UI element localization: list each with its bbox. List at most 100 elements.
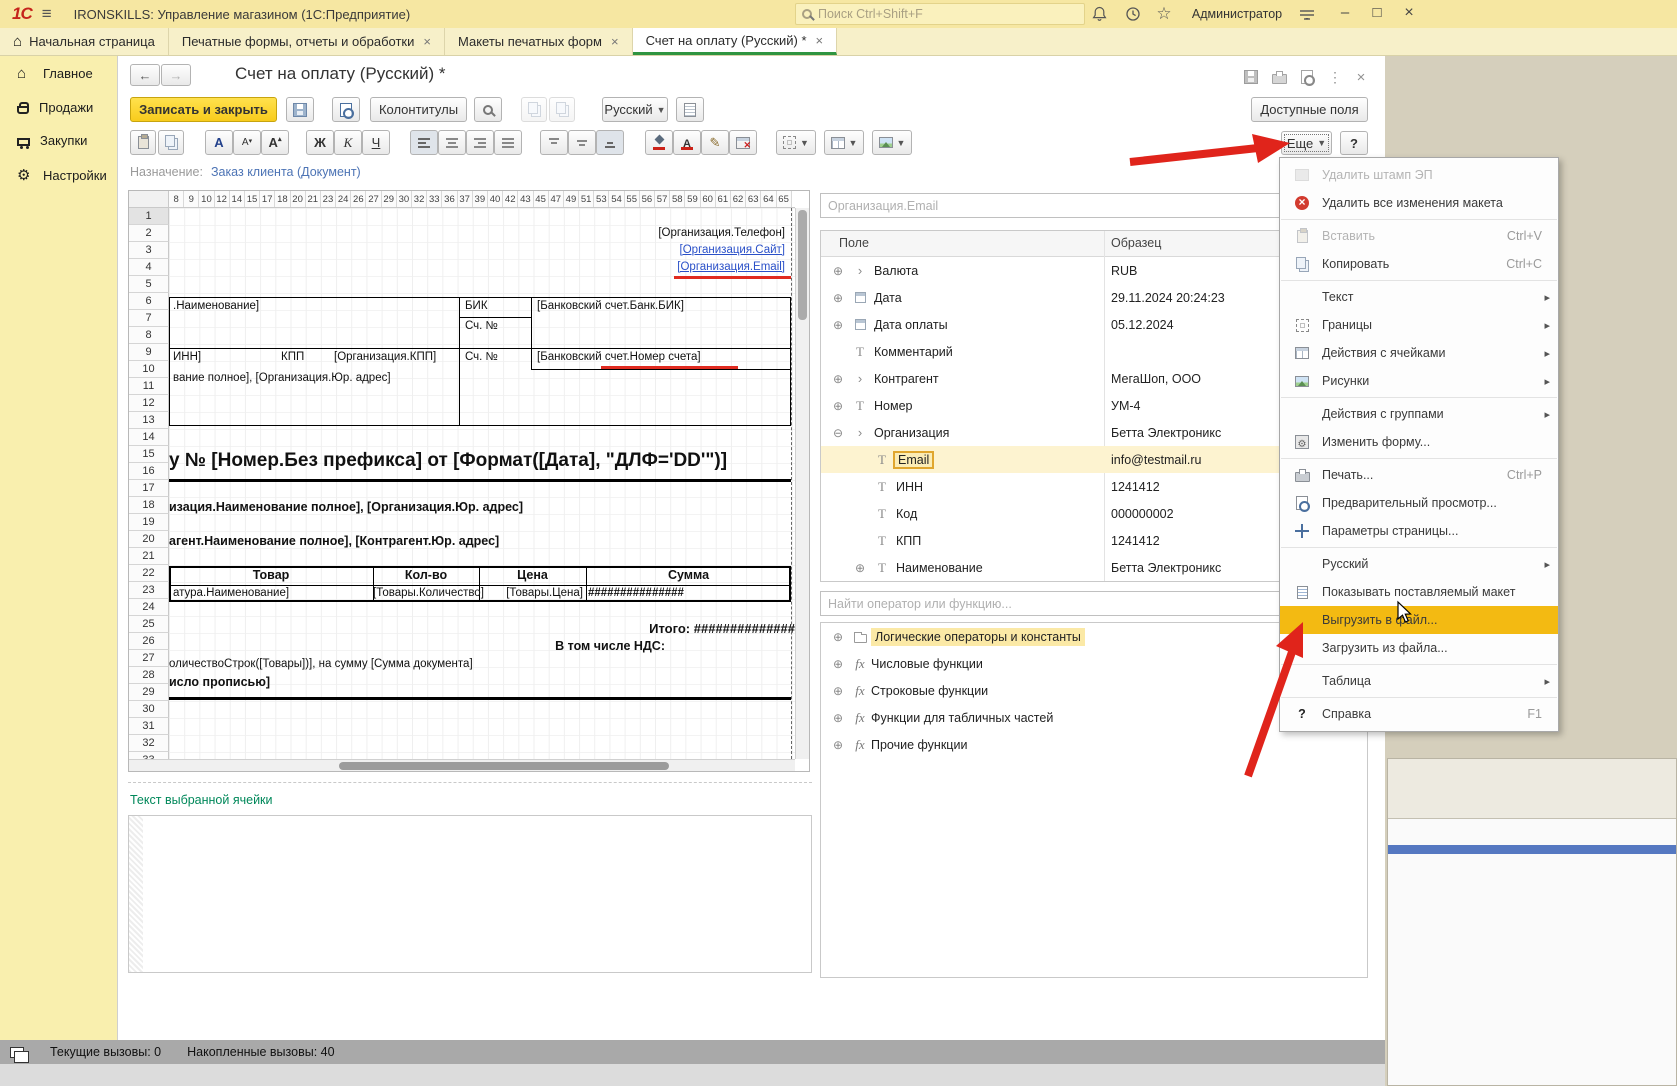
page-mode-button[interactable] xyxy=(676,97,704,122)
cell-bik-value[interactable]: [Банковский счет.Банк.БИК] xyxy=(537,300,684,312)
valign-bottom-button[interactable] xyxy=(596,130,624,155)
menu-item-Показывать поставляемый макет[interactable]: Показывать поставляемый макет xyxy=(1280,578,1558,606)
menu-item-Текст[interactable]: Текст▸ xyxy=(1280,283,1558,311)
column-header[interactable]: 42 xyxy=(503,191,518,207)
text-color-button[interactable] xyxy=(673,130,701,155)
column-header[interactable]: 10 xyxy=(199,191,214,207)
row-header[interactable]: 15 xyxy=(129,446,169,463)
row-header[interactable]: 16 xyxy=(129,463,169,480)
row-header[interactable]: 31 xyxy=(129,718,169,735)
column-header[interactable]: 58 xyxy=(670,191,685,207)
underline-button[interactable]: Ч xyxy=(362,130,390,155)
bold-button[interactable]: Ж xyxy=(306,130,334,155)
expand-icon[interactable]: ⊕ xyxy=(827,630,849,644)
sidebar-item-Продажи[interactable]: Продажи xyxy=(0,91,117,124)
tr-product[interactable]: атура.Наименование] xyxy=(173,587,289,599)
save-button[interactable] xyxy=(286,97,314,122)
copy-template-button[interactable] xyxy=(521,97,547,122)
column-header[interactable]: 45 xyxy=(534,191,549,207)
column-field[interactable]: Поле xyxy=(839,236,869,250)
font-smaller-button[interactable]: A▾ xyxy=(233,130,261,155)
column-header[interactable]: 12 xyxy=(215,191,230,207)
font-button[interactable]: A xyxy=(205,130,233,155)
sheet-horizontal-scrollbar[interactable] xyxy=(129,759,795,771)
row-header[interactable]: 20 xyxy=(129,531,169,548)
column-header[interactable]: 37 xyxy=(458,191,473,207)
valign-middle-button[interactable] xyxy=(568,130,596,155)
column-header[interactable]: 55 xyxy=(625,191,640,207)
row-header[interactable]: 10 xyxy=(129,361,169,378)
close-tab-button[interactable]: × xyxy=(1350,68,1372,86)
history-icon[interactable] xyxy=(1122,4,1144,24)
column-header[interactable]: 20 xyxy=(291,191,306,207)
nav-forward-button[interactable]: → xyxy=(161,64,191,86)
column-header[interactable]: 24 xyxy=(336,191,351,207)
sheet-cells[interactable]: [Организация.Телефон] [Организация.Сайт]… xyxy=(169,208,795,759)
template-spreadsheet[interactable]: 8910121415171820212324262729303233363739… xyxy=(128,190,810,772)
column-header[interactable]: 56 xyxy=(640,191,655,207)
row-header[interactable]: 2 xyxy=(129,225,169,242)
close-tab-icon[interactable]: × xyxy=(423,34,431,49)
kebab-menu-icon[interactable]: ⋮ xyxy=(1324,68,1346,86)
row-header[interactable]: 7 xyxy=(129,310,169,327)
column-header[interactable]: 40 xyxy=(488,191,503,207)
sidebar-item-Настройки[interactable]: ⚙Настройки xyxy=(0,157,117,193)
expand-icon[interactable]: ⊕ xyxy=(827,318,849,332)
row-header[interactable]: 3 xyxy=(129,242,169,259)
menu-item-Удалить все изменения макета[interactable]: Удалить все изменения макета xyxy=(1280,189,1558,217)
column-header[interactable]: 8 xyxy=(169,191,184,207)
row-header[interactable]: 29 xyxy=(129,684,169,701)
row-header[interactable]: 28 xyxy=(129,667,169,684)
row-headers[interactable]: 1234567891011121314151617181920212223242… xyxy=(129,208,169,759)
close-tab-icon[interactable]: × xyxy=(611,34,619,49)
th-product[interactable]: Товар xyxy=(169,568,373,582)
row-header[interactable]: 13 xyxy=(129,412,169,429)
column-header[interactable]: 9 xyxy=(184,191,199,207)
cell-supplier[interactable]: изация.Наименование полное], [Организаци… xyxy=(169,500,523,514)
menu-item-Справка[interactable]: ?СправкаF1 xyxy=(1280,700,1558,728)
picture-dropdown[interactable]: ▼ xyxy=(872,130,912,155)
column-header[interactable]: 62 xyxy=(731,191,746,207)
service-settings-icon[interactable] xyxy=(1296,4,1318,24)
row-header[interactable]: 24 xyxy=(129,599,169,616)
tab-Начальная страница[interactable]: ⌂Начальная страница xyxy=(0,28,169,55)
cells-dropdown[interactable]: ▼ xyxy=(824,130,864,155)
cell-bik-label[interactable]: БИК xyxy=(465,300,488,312)
row-header[interactable]: 14 xyxy=(129,429,169,446)
align-right-button[interactable] xyxy=(466,130,494,155)
column-header[interactable]: 29 xyxy=(382,191,397,207)
valign-top-button[interactable] xyxy=(540,130,568,155)
cell-vat[interactable]: В том числе НДС: xyxy=(555,639,665,653)
cell-site[interactable]: [Организация.Сайт] xyxy=(680,244,785,256)
cell-account-label[interactable]: Сч. № xyxy=(465,320,498,332)
column-header[interactable]: 61 xyxy=(716,191,731,207)
align-left-button[interactable] xyxy=(410,130,438,155)
column-headers[interactable]: 8910121415171820212324262729303233363739… xyxy=(169,191,795,208)
column-header[interactable]: 17 xyxy=(260,191,275,207)
row-header[interactable]: 22 xyxy=(129,565,169,582)
menu-item-Действия с группами[interactable]: Действия с группами▸ xyxy=(1280,400,1558,428)
user-menu[interactable]: Администратор xyxy=(1182,4,1292,24)
align-justify-button[interactable] xyxy=(494,130,522,155)
column-header[interactable]: 47 xyxy=(549,191,564,207)
copy-button[interactable] xyxy=(158,130,184,155)
column-header[interactable]: 36 xyxy=(442,191,457,207)
column-header[interactable]: 39 xyxy=(473,191,488,207)
column-header[interactable]: 32 xyxy=(412,191,427,207)
expand-icon[interactable]: ⊕ xyxy=(827,711,849,725)
menu-item-Выгрузить в файл...[interactable]: Выгрузить в файл... xyxy=(1280,606,1558,634)
headers-footers-button[interactable]: Колонтитулы xyxy=(370,97,467,122)
available-fields-button[interactable]: Доступные поля xyxy=(1251,97,1368,122)
column-header[interactable]: 51 xyxy=(579,191,594,207)
tab-Макеты печатных форм[interactable]: Макеты печатных форм× xyxy=(445,28,633,55)
row-header[interactable]: 25 xyxy=(129,616,169,633)
column-header[interactable]: 14 xyxy=(230,191,245,207)
minimize-button[interactable]: – xyxy=(1330,0,1360,28)
main-menu-icon[interactable]: ≡ xyxy=(42,4,52,24)
fill-color-button[interactable] xyxy=(645,130,673,155)
column-header[interactable]: 49 xyxy=(564,191,579,207)
th-price[interactable]: Цена xyxy=(479,568,586,582)
column-header[interactable]: 60 xyxy=(701,191,716,207)
row-header[interactable]: 32 xyxy=(129,735,169,752)
column-header[interactable]: 63 xyxy=(746,191,761,207)
